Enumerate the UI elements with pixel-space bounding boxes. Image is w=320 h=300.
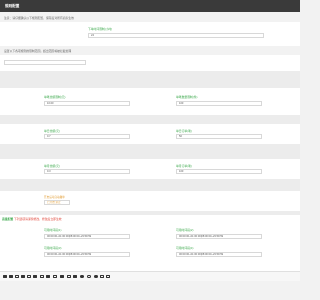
ordered-list-icon[interactable] — [60, 274, 64, 279]
fullscreen-icon[interactable] — [106, 274, 110, 279]
row-b-right-label: 单日订单(笔) — [176, 129, 192, 133]
code-icon[interactable] — [80, 274, 84, 279]
section-2-input[interactable] — [4, 60, 86, 65]
row-b-left-label: 单日金额(元) — [44, 129, 60, 133]
strike-icon[interactable] — [27, 274, 31, 279]
hours-label: 下单时间限制(小时) — [88, 27, 113, 31]
section-1: 下单时间限制(小时) 24 — [0, 22, 300, 46]
time-1-input[interactable]: 00:00:00~01:00:00|08:00:00~23:59:59 — [44, 234, 130, 239]
editor-toolbar — [0, 271, 300, 281]
quote-icon[interactable] — [46, 274, 50, 279]
undo-icon[interactable] — [94, 274, 98, 279]
emoji-icon[interactable] — [87, 274, 91, 279]
row-c-left-input[interactable]: 0.3 — [44, 169, 130, 174]
image-icon[interactable] — [67, 274, 71, 279]
row-c-right-label: 单月订单(笔) — [176, 164, 192, 168]
list-icon[interactable] — [53, 274, 57, 279]
time-4-label: 可用时间段(4) — [176, 246, 194, 250]
spacer-band-1 — [0, 71, 300, 88]
advanced-warning: 下列选项请谨慎修改，修改后立即生效 — [13, 217, 62, 221]
time-4-input[interactable]: 00:00:00~01:00:00|08:00:00~23:59:59 — [176, 252, 262, 257]
row-a-right-input[interactable]: 100 — [176, 101, 262, 106]
row-c-left-label: 单月金额(元) — [44, 164, 60, 168]
row-a-right-label: 单笔数量限制(件) — [176, 95, 198, 99]
auto-cancel-toggle[interactable]: 已开启 禁止 — [44, 200, 70, 205]
font-size-icon[interactable] — [3, 274, 7, 279]
italic-icon[interactable] — [15, 274, 19, 279]
page-title: 规则配置 — [5, 4, 20, 8]
time-3-input[interactable]: 00:00:00~01:00:00|08:00:00~23:59:59 — [44, 252, 130, 257]
row-b-left-input[interactable]: 0.7 — [44, 134, 130, 139]
underline-icon[interactable] — [21, 274, 25, 279]
row-b-right-input[interactable]: 50 — [176, 134, 262, 139]
bold-icon[interactable] — [9, 274, 13, 279]
table-icon[interactable] — [73, 274, 77, 279]
time-2-label: 可用时间段(2) — [176, 228, 194, 232]
spacer-band-2 — [0, 115, 300, 124]
section-2-desc: 设置以下各项规则的限制范围，超出范围将被拦截处理 — [4, 49, 72, 53]
row-a-left-input[interactable]: 10.00 — [44, 101, 130, 106]
time-1-label: 可用时间段(1) — [44, 228, 62, 232]
spacer-band-4 — [0, 179, 300, 191]
advanced-title: 高级配置 — [2, 217, 14, 221]
link-icon[interactable] — [40, 274, 44, 279]
auto-cancel-section: 开启后可自动撤单 已开启 禁止 — [0, 191, 300, 211]
redo-icon[interactable] — [100, 274, 104, 279]
auto-cancel-label: 开启后可自动撤单 — [44, 196, 65, 199]
time-2-input[interactable]: 00:00:00~01:00:00|08:00:00~23:59:59 — [176, 234, 262, 239]
advanced-header: 高级配置 下列选项请谨慎修改，修改后立即生效 — [2, 217, 62, 221]
row-b: 单日金额(元) 0.7 单日订单(笔) 50 — [0, 124, 300, 144]
section-2 — [0, 55, 300, 71]
notice-text: 注意：请仔细确认以下规则配置，保存后对所有商家生效 — [4, 16, 74, 20]
color-icon[interactable] — [33, 274, 37, 279]
hours-input[interactable]: 24 — [88, 33, 264, 38]
app-header: 规则配置 — [0, 0, 300, 12]
row-a-left-label: 单笔金额限制(元) — [44, 95, 66, 99]
spacer-band-3 — [0, 144, 300, 159]
row-c-right-input[interactable]: 100 — [176, 169, 262, 174]
row-c: 单月金额(元) 0.3 单月订单(笔) 100 — [0, 159, 300, 179]
time-3-label: 可用时间段(3) — [44, 246, 62, 250]
advanced-section: 高级配置 下列选项请谨慎修改，修改后立即生效 可用时间段(1) 00:00:00… — [0, 215, 300, 271]
row-a: 单笔金额限制(元) 10.00 单笔数量限制(件) 100 — [0, 88, 300, 115]
